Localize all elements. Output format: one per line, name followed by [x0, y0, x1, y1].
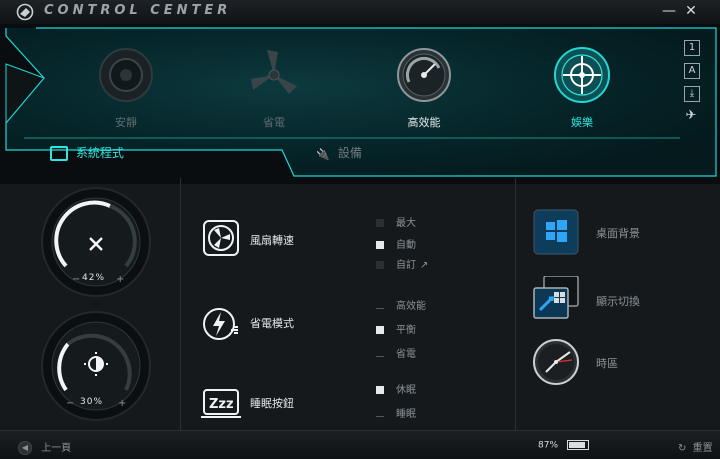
- back-button[interactable]: ◀ 上一頁: [18, 439, 71, 455]
- back-arrow-icon: ◀: [18, 441, 32, 455]
- power-saving-checkbox: [376, 352, 384, 357]
- windows-logo-icon: [533, 209, 579, 255]
- speaker-icon: [99, 48, 153, 102]
- volume-value: 42%: [82, 273, 106, 283]
- fan-option-auto[interactable]: 自動: [376, 236, 416, 251]
- power-option-balanced[interactable]: 平衡: [376, 321, 416, 336]
- control-center-window: CONTROL CENTER — ✕ 安靜 省電 高效能 娛樂 1 A ⤓ ✈ …: [0, 0, 720, 459]
- svg-text:+: +: [116, 274, 124, 285]
- sleep-option-hibernate[interactable]: 休眠: [376, 381, 416, 396]
- fan-icon: [203, 220, 239, 256]
- power-high-label: 高效能: [396, 301, 426, 312]
- sleep-hibernate-label: 休眠: [396, 385, 416, 396]
- sleep-option-sleep[interactable]: 睡眠: [376, 405, 416, 420]
- fan-auto-label: 自動: [396, 240, 416, 251]
- crosshair-target-icon: [554, 47, 610, 103]
- title-bar: CONTROL CENTER — ✕: [0, 0, 720, 25]
- mode-quiet-label: 安靜: [115, 116, 137, 129]
- power-option-high-performance[interactable]: 高效能: [376, 297, 426, 312]
- plug-icon: 🔌: [316, 148, 330, 161]
- fan-custom-label: 自訂: [396, 260, 416, 271]
- svg-text:−: −: [66, 398, 74, 409]
- side-icon-bar: 1 A ⤓ ✈: [684, 40, 702, 130]
- battery-status: 87%: [538, 440, 589, 451]
- fan-max-label: 最大: [396, 218, 416, 229]
- tab-system-programs[interactable]: 系統程式: [50, 144, 124, 161]
- reset-label: 重置: [692, 443, 713, 454]
- sleep-sleep-checkbox: [376, 412, 384, 417]
- sleep-button-label: 睡眠按鈕: [250, 397, 294, 410]
- divider-right: [515, 178, 516, 430]
- svg-text:+: +: [118, 398, 126, 409]
- divider-left: [180, 178, 181, 430]
- battery-icon: [566, 440, 589, 450]
- power-balanced-checkbox: [376, 326, 384, 334]
- refresh-icon: ↻: [678, 443, 687, 454]
- power-plug-icon: [203, 308, 238, 340]
- footer-bar: ◀ 上一頁 87% ↻ 重置: [0, 430, 720, 459]
- battery-percent: 87%: [538, 440, 559, 451]
- tab-devices[interactable]: 🔌 設備: [316, 144, 362, 161]
- mode-high-performance-label: 高效能: [407, 116, 441, 129]
- display-switch-label: 顯示切換: [596, 295, 640, 308]
- mode-high-performance[interactable]: 高效能: [384, 46, 464, 130]
- sleep-hibernate-checkbox: [376, 386, 384, 394]
- power-mode-label: 省電模式: [250, 317, 294, 330]
- airplane-mode-icon[interactable]: ✈: [684, 109, 698, 123]
- minimize-button[interactable]: —: [660, 2, 678, 20]
- desktop-background-label: 桌面背景: [596, 227, 640, 240]
- window-title: CONTROL CENTER: [44, 3, 232, 18]
- fan-max-checkbox: [376, 219, 384, 227]
- display-switch-icon: [533, 276, 579, 319]
- mode-entertainment-label: 娛樂: [571, 116, 593, 129]
- svg-text:−: −: [72, 274, 80, 285]
- fan-custom-checkbox: [376, 261, 384, 269]
- volume-gauge[interactable]: − + 42%: [40, 186, 152, 298]
- brightness-value: 30%: [80, 397, 104, 407]
- power-balanced-label: 平衡: [396, 325, 416, 336]
- tab-system-programs-label: 系統程式: [75, 146, 124, 160]
- back-label: 上一頁: [41, 443, 72, 454]
- mode-entertainment[interactable]: 娛樂: [542, 46, 622, 130]
- external-link-icon[interactable]: ↗: [420, 260, 428, 271]
- app-logo-icon: [16, 3, 34, 21]
- keyboard-number-icon[interactable]: 1: [684, 40, 700, 56]
- fan-option-custom[interactable]: 自訂 ↗: [376, 256, 428, 271]
- close-button[interactable]: ✕: [682, 2, 700, 20]
- time-zone-label: 時區: [596, 357, 618, 370]
- fan-auto-checkbox: [376, 241, 384, 249]
- sleep-sleep-label: 睡眠: [396, 409, 416, 420]
- reset-button[interactable]: ↻ 重置: [678, 439, 713, 454]
- speedometer-icon: [397, 48, 451, 102]
- power-high-checkbox: [376, 304, 384, 309]
- caps-lock-icon[interactable]: A: [684, 63, 700, 79]
- scroll-lock-icon[interactable]: ⤓: [684, 86, 700, 102]
- fan-speed-label: 風扇轉速: [250, 234, 294, 247]
- tab-devices-label: 設備: [337, 146, 362, 160]
- clock-icon: [533, 339, 579, 385]
- fan-blade-icon: [251, 50, 297, 94]
- brightness-gauge[interactable]: − + 30%: [40, 310, 152, 422]
- svg-text:Zzz: Zzz: [209, 397, 234, 412]
- mode-quiet[interactable]: 安靜: [86, 46, 166, 130]
- mode-power-saving[interactable]: 省電: [234, 46, 314, 130]
- power-saving-label: 省電: [396, 349, 416, 360]
- fan-option-max[interactable]: 最大: [376, 214, 416, 229]
- sleep-zzz-icon: Zzz: [201, 389, 241, 418]
- mode-power-saving-label: 省電: [263, 116, 285, 129]
- power-option-saving[interactable]: 省電: [376, 345, 416, 360]
- monitor-icon: [50, 146, 68, 161]
